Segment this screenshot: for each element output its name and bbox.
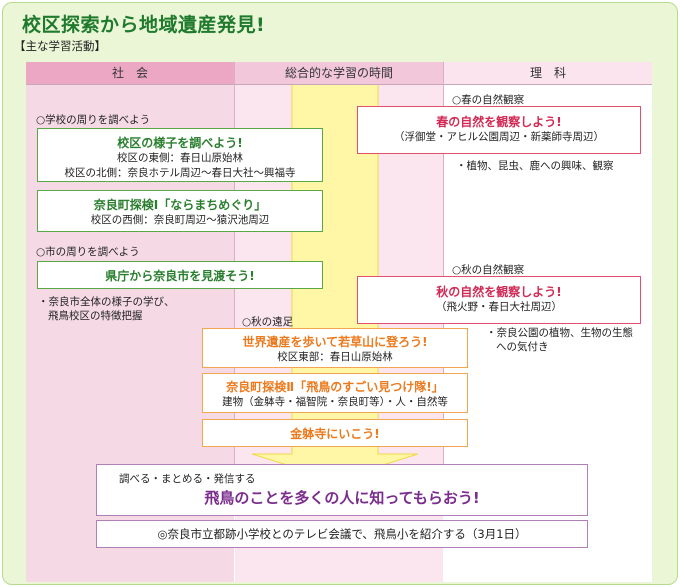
summary-label: 調べる・まとめる・発信する	[119, 473, 256, 485]
note-line: への気付き	[496, 341, 549, 353]
activity-detail: 校区の北側：奈良ホテル周辺〜春日大社〜興福寺	[64, 167, 296, 179]
label-school-surroundings: ○学校の周りを調べよう	[36, 114, 151, 126]
note-nara-park: ・奈良公園の植物、生物の生態 への気付き	[486, 326, 633, 354]
activity-title: 世界遺産を歩いて若草山に登ろう!	[242, 335, 428, 349]
activity-spring-nature: 春の自然を観察しよう! （浮御堂・アヒル公園周辺・新薬師寺周辺）	[357, 106, 641, 154]
note-nara-city: ・奈良市全体の様子の学び、 飛鳥校区の特徴把握	[38, 295, 175, 323]
activity-naramachi: 奈良町探検Ⅰ「ならまちめぐり」 校区の西側：奈良町周辺〜猿沢池周辺	[37, 190, 323, 232]
activity-title: 奈良町探検Ⅱ「飛鳥のすごい見つけ隊!」	[226, 380, 444, 394]
activity-detail: （飛火野・春日大社周辺）	[436, 301, 562, 313]
activity-title: 春の自然を観察しよう!	[436, 115, 562, 129]
header-social-studies: 社 会	[26, 62, 234, 85]
summary-goal-box: 調べる・まとめる・発信する 飛鳥のことを多くの人に知ってもらおう!	[96, 464, 588, 516]
label-city-surroundings: ○市の周りを調べよう	[36, 246, 140, 258]
label-autumn-nature: ○秋の自然観察	[452, 264, 525, 276]
activity-detail: 建物（金躰寺・福智院・奈良町等）・人・自然等	[222, 396, 448, 408]
activity-detail: 校区の東側：春日山原始林	[117, 152, 243, 164]
activity-detail: 校区東部：春日山原始林	[277, 351, 393, 363]
activity-title: 奈良町探検Ⅰ「ならまちめぐり」	[93, 198, 267, 212]
activity-title: 金躰寺にいこう!	[290, 427, 380, 441]
activity-detail: 校区の西側：奈良町周辺〜猿沢池周辺	[90, 214, 270, 226]
page-title: 校区探索から地域遺産発見!	[22, 14, 266, 36]
label-spring-nature: ○春の自然観察	[452, 94, 525, 106]
activity-prefectural-office: 県庁から奈良市を見渡そう!	[37, 261, 323, 289]
note-spring-observation: ・植物、昆虫、鹿への興味、観察	[456, 160, 614, 172]
activity-title: 県庁から奈良市を見渡そう!	[105, 269, 255, 283]
label-autumn-excursion: ○秋の遠足	[242, 316, 294, 328]
activity-title: 秋の自然を観察しよう!	[436, 285, 562, 299]
header-science: 理 科	[444, 62, 652, 85]
summary-goal: 飛鳥のことを多くの人に知ってもらおう!	[204, 489, 480, 507]
note-line: ・奈良市全体の様子の学び、	[38, 296, 175, 308]
activity-detail: （浮御堂・アヒル公園周辺・新薬師寺周辺）	[394, 131, 604, 143]
activity-autumn-nature: 秋の自然を観察しよう! （飛火野・春日大社周辺）	[357, 276, 641, 324]
activity-wakakusa: 世界遺産を歩いて若草山に登ろう! 校区東部：春日山原始林	[202, 328, 468, 368]
section-subtitle: 【主な学習活動】	[14, 39, 106, 53]
activity-board: 社 会 総合的な学習の時間 理 科 ○学校の周りを調べよう 校区の様子を調べよう…	[26, 62, 652, 582]
header-integrated-study: 総合的な学習の時間	[235, 62, 443, 85]
note-line: ・奈良公園の植物、生物の生態	[486, 327, 633, 339]
activity-school-district: 校区の様子を調べよう! 校区の東側：春日山原始林 校区の北側：奈良ホテル周辺〜春…	[37, 128, 323, 182]
activity-konshuji: 金躰寺にいこう!	[202, 419, 468, 447]
tv-conference-box: ◎奈良市立都跡小学校とのテレビ会議で、飛鳥小を紹介する（3月1日）	[96, 520, 588, 548]
activity-asuka-discovery: 奈良町探検Ⅱ「飛鳥のすごい見つけ隊!」 建物（金躰寺・福智院・奈良町等）・人・自…	[202, 373, 468, 413]
note-line: 飛鳥校区の特徴把握	[48, 310, 143, 322]
activity-title: 校区の様子を調べよう!	[117, 136, 243, 150]
